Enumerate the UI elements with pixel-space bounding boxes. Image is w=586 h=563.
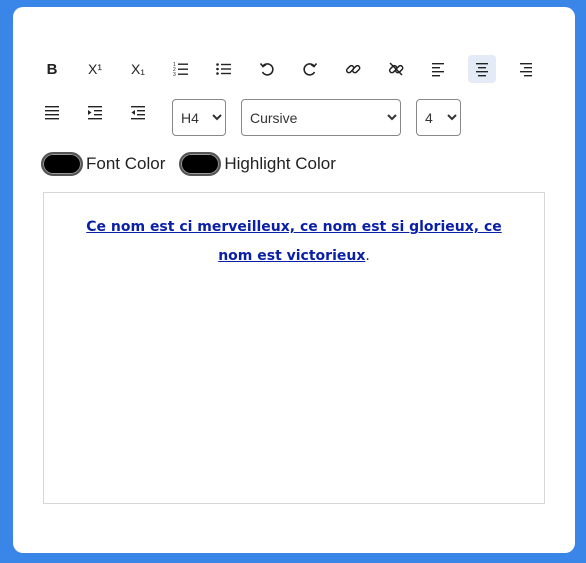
editor-content-area[interactable]: Ce nom est ci merveilleux, ce nom est si… (43, 192, 545, 504)
font-color-label: Font Color (86, 154, 166, 173)
redo-button[interactable] (296, 55, 324, 83)
align-justify-icon (45, 106, 59, 120)
font-size-select[interactable]: 4 (416, 99, 461, 136)
unordered-list-icon (216, 63, 231, 75)
justify-button[interactable] (38, 98, 66, 126)
ordered-list-button[interactable]: 1 2 3 (167, 55, 195, 83)
editor-text-content: Ce nom est ci merveilleux, ce nom est si… (86, 219, 502, 264)
highlight-color-swatch[interactable] (179, 152, 222, 176)
outdent-icon (131, 106, 145, 120)
indent-icon (88, 106, 102, 120)
undo-button[interactable] (253, 55, 281, 83)
svg-text:3: 3 (173, 72, 176, 77)
editor-card: B X¹ X₁ 1 2 3 H4 Cursive 4 Font Color Hi… (13, 7, 575, 553)
insert-link-button[interactable] (339, 55, 367, 83)
superscript-button[interactable]: X¹ (81, 55, 109, 83)
subscript-icon: X₁ (130, 61, 146, 77)
redo-icon (303, 62, 318, 76)
align-center-icon (476, 63, 488, 77)
font-color-swatch[interactable] (41, 152, 83, 176)
align-right-button[interactable] (511, 55, 539, 83)
bold-button[interactable]: B (38, 55, 66, 83)
undo-icon (259, 62, 274, 76)
unordered-list-button[interactable] (210, 55, 238, 83)
link-icon (345, 64, 361, 74)
font-family-select[interactable]: Cursive (241, 99, 401, 136)
indent-button[interactable] (81, 98, 109, 126)
editor-paragraph[interactable]: Ce nom est ci merveilleux, ce nom est si… (68, 213, 520, 271)
unlink-icon (388, 62, 404, 76)
highlight-color-picker: Highlight Color (179, 152, 336, 176)
superscript-icon: X¹ (88, 61, 102, 77)
align-right-icon (520, 63, 532, 77)
toolbar-row-2 (38, 98, 167, 126)
align-center-button[interactable] (468, 55, 496, 83)
remove-link-button[interactable] (382, 55, 410, 83)
heading-select[interactable]: H4 (172, 99, 226, 136)
editor-trailing-period: . (365, 248, 370, 264)
subscript-button[interactable]: X₁ (124, 55, 152, 83)
toolbar-row-1: B X¹ X₁ 1 2 3 (38, 55, 554, 83)
highlight-color-label: Highlight Color (224, 154, 336, 173)
ordered-list-icon: 1 2 3 (173, 62, 188, 77)
outdent-button[interactable] (124, 98, 152, 126)
align-left-button[interactable] (425, 55, 453, 83)
font-color-picker: Font Color (41, 152, 165, 176)
bold-icon: B (46, 60, 58, 78)
color-pickers: Font Color Highlight Color (41, 152, 350, 176)
align-left-icon (432, 63, 444, 77)
